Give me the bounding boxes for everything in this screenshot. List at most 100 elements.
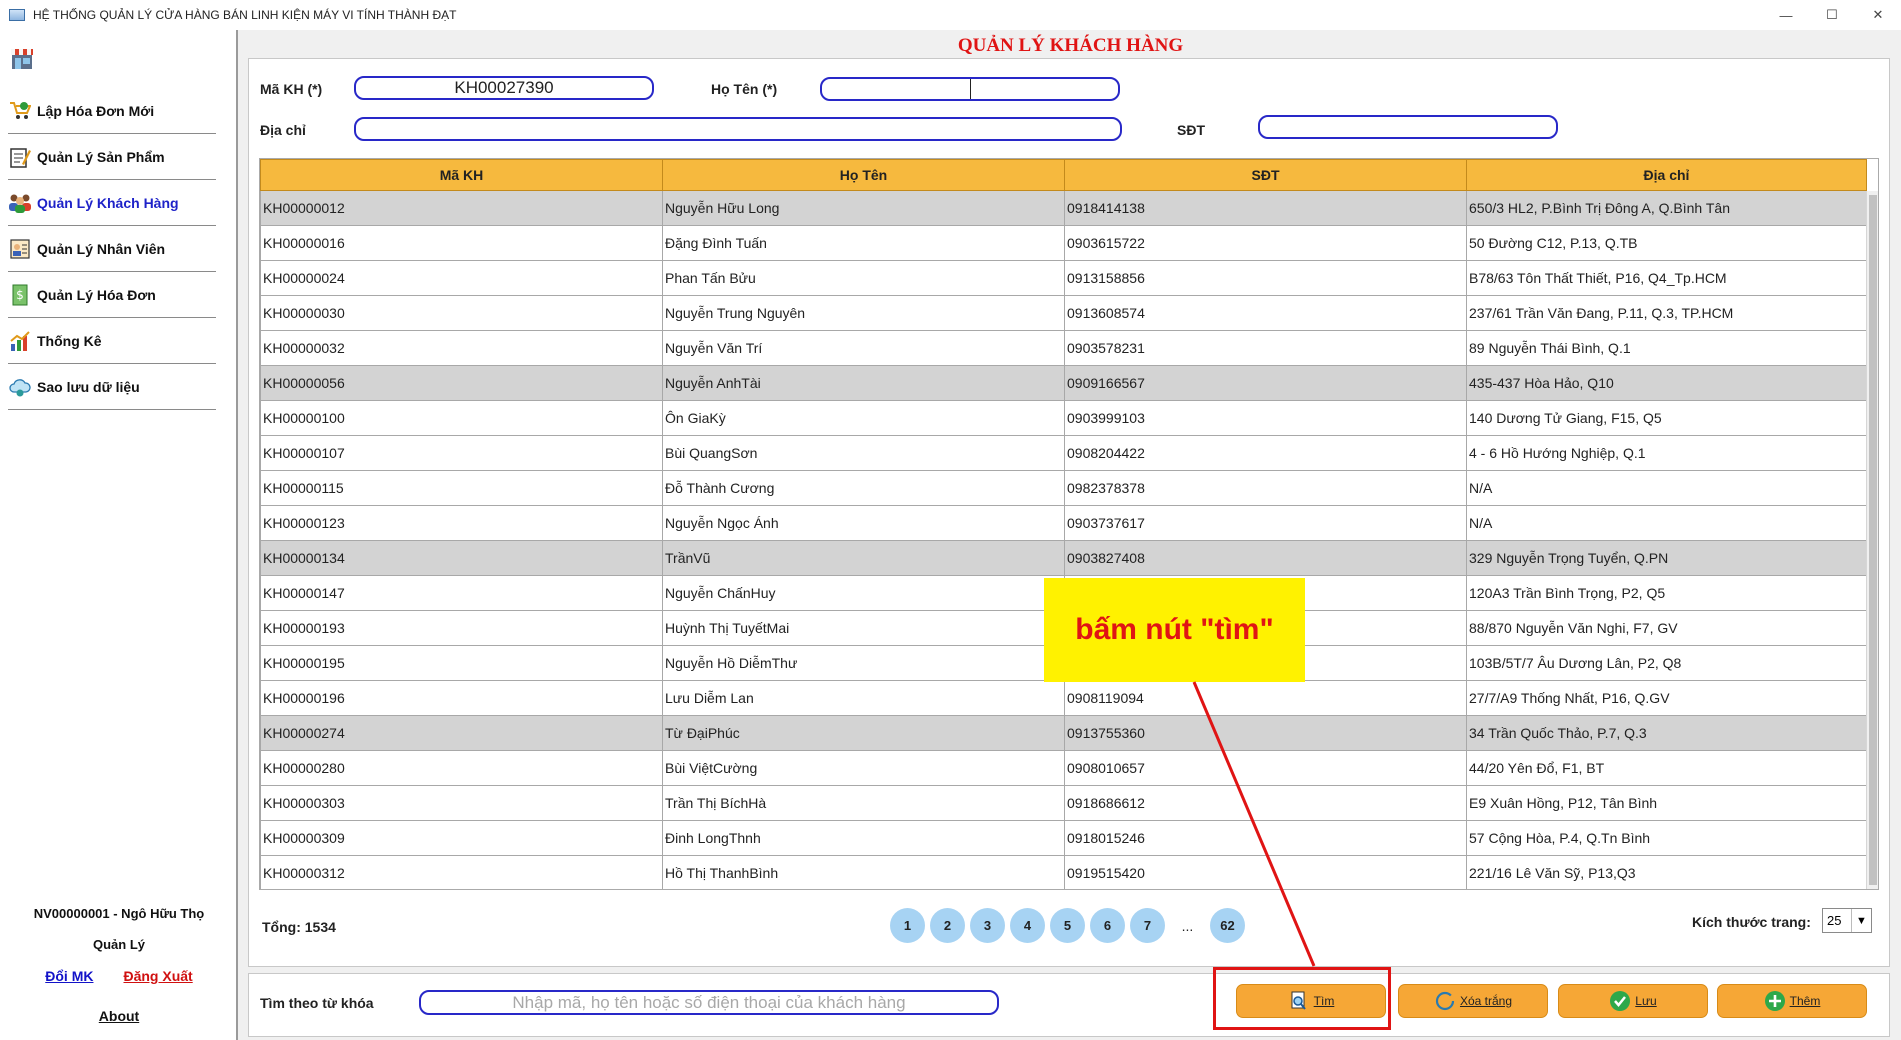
column-header-sdt[interactable]: SĐT <box>1064 159 1467 191</box>
cell-sdt: 0903578231 <box>1064 330 1467 366</box>
cell-ho-ten: TrầnVũ <box>662 540 1065 576</box>
customers-icon <box>8 191 32 215</box>
user-info: NV00000001 - Ngô Hữu Thọ Quản Lý <box>0 906 238 952</box>
cell-sdt: 0908010657 <box>1064 750 1467 786</box>
sidebar-item-nhan-vien[interactable]: Quản Lý Nhân Viên <box>8 226 216 272</box>
sidebar-item-san-pham[interactable]: Quản Lý Sản Phẩm <box>8 134 216 180</box>
sdt-field[interactable] <box>1258 115 1558 139</box>
user-role: Quản Lý <box>92 937 145 952</box>
table-row[interactable]: KH00000012 Nguyễn Hữu Long 0918414138 650/3… <box>260 190 1867 226</box>
page-button[interactable]: 2 <box>930 908 965 943</box>
clear-button-label: Xóa trắng <box>1459 994 1513 1008</box>
sidebar-item-lap-hoa-don[interactable]: Lập Hóa Đơn Mới <box>8 88 216 134</box>
sidebar-item-thong-ke[interactable]: Thống Kê <box>8 318 216 364</box>
sidebar-item-hoa-don[interactable]: $ Quản Lý Hóa Đơn <box>8 272 216 318</box>
table-row[interactable]: KH00000274 Từ ĐạiPhúc 0913755360 34 Trần Qu… <box>260 715 1867 751</box>
logout-link[interactable]: Đăng Xuất <box>123 968 192 984</box>
sidebar-item-khach-hang[interactable]: Quản Lý Khách Hàng <box>8 180 216 226</box>
instruction-callout: bấm nút "tìm" <box>1044 578 1305 682</box>
column-header-ho-ten[interactable]: Họ Tên <box>662 159 1065 191</box>
chevron-down-icon[interactable]: ▼ <box>1851 909 1871 932</box>
scrollbar-thumb[interactable] <box>1869 195 1877 885</box>
user-links: Đổi MK Đăng Xuất <box>0 968 238 984</box>
table-row[interactable]: KH00000024 Phan Tấn Bửu 0913158856 B78/63 T… <box>260 260 1867 296</box>
page-button[interactable]: 6 <box>1090 908 1125 943</box>
cell-sdt: 0903827408 <box>1064 540 1467 576</box>
user-name: NV00000001 - Ngô Hữu Thọ <box>33 906 205 921</box>
cell-ma-kh: KH00000115 <box>260 470 663 506</box>
page-button[interactable]: 1 <box>890 908 925 943</box>
table-row[interactable]: KH00000312 Hồ Thị ThanhBình 0919515420 221/… <box>260 855 1867 889</box>
page-button[interactable]: 4 <box>1010 908 1045 943</box>
cell-ma-kh: KH00000056 <box>260 365 663 401</box>
maximize-button[interactable]: ☐ <box>1809 0 1855 30</box>
dia-chi-field[interactable] <box>354 117 1122 141</box>
table-row[interactable]: KH00000303 Trần Thị BíchHà 0918686612 E9 Xu… <box>260 785 1867 821</box>
add-button[interactable]: Thêm <box>1717 984 1867 1018</box>
save-button-label: Lưu <box>1635 994 1657 1008</box>
table-row[interactable]: KH00000107 Bùi QuangSơn 0908204422 4 - 6 Hồ… <box>260 435 1867 471</box>
page-size-label: Kích thước trang: <box>1692 914 1811 930</box>
sidebar-item-label: Quản Lý Hóa Đơn <box>37 286 156 303</box>
cell-ma-kh: KH00000024 <box>260 260 663 296</box>
table-row[interactable]: KH00000016 Đặng Đình Tuấn 0903615722 50 Đườ… <box>260 225 1867 261</box>
cell-dia-chi: N/A <box>1466 505 1867 541</box>
window-controls: — ☐ ✕ <box>1763 0 1901 30</box>
table-row[interactable]: KH00000134 TrầnVũ 0903827408 329 Nguyễn Trọ… <box>260 540 1867 576</box>
cell-dia-chi: 57 Cộng Hòa, P.4, Q.Tn Bình <box>1466 820 1867 856</box>
cell-sdt: 0918015246 <box>1064 820 1467 856</box>
minimize-button[interactable]: — <box>1763 0 1809 30</box>
sidebar-item-label: Quản Lý Khách Hàng <box>37 194 179 211</box>
about-link[interactable]: About <box>0 1008 238 1024</box>
cell-dia-chi: 120A3 Trần Bình Trọng, P2, Q5 <box>1466 575 1867 611</box>
cell-ho-ten: Đinh LongThnh <box>662 820 1065 856</box>
cell-ma-kh: KH00000196 <box>260 680 663 716</box>
cell-sdt: 0908119094 <box>1064 680 1467 716</box>
page-button[interactable]: 3 <box>970 908 1005 943</box>
cell-ho-ten: Nguyễn Trung Nguyên <box>662 295 1065 331</box>
cell-ma-kh: KH00000032 <box>260 330 663 366</box>
ma-kh-field[interactable] <box>354 76 654 100</box>
table-row[interactable]: KH00000056 Nguyễn AnhTài 0909166567 435-437… <box>260 365 1867 401</box>
table-row[interactable]: KH00000196 Lưu Diễm Lan 0908119094 27/7/A9 … <box>260 680 1867 716</box>
cell-ho-ten: Nguyễn AnhTài <box>662 365 1065 401</box>
cell-ho-ten: Đỗ Thành Cương <box>662 470 1065 506</box>
table-row[interactable]: KH00000100 Ôn GiaKỳ 0903999103 140 Dương Tử… <box>260 400 1867 436</box>
add-button-label: Thêm <box>1789 994 1821 1008</box>
page-button[interactable]: 5 <box>1050 908 1085 943</box>
column-header-ma-kh[interactable]: Mã KH <box>260 159 663 191</box>
close-button[interactable]: ✕ <box>1855 0 1901 30</box>
cell-dia-chi: 4 - 6 Hồ Hướng Nghiệp, Q.1 <box>1466 435 1867 471</box>
sidebar-item-label: Thống Kê <box>37 332 102 349</box>
page-size-select[interactable]: 25 ▼ <box>1822 908 1872 933</box>
store-home-icon[interactable] <box>10 48 34 70</box>
table-row[interactable]: KH00000123 Nguyễn Ngọc Ánh 0903737617 N/A <box>260 505 1867 541</box>
clear-button[interactable]: Xóa trắng <box>1398 984 1548 1018</box>
cell-ma-kh: KH00000274 <box>260 715 663 751</box>
table-row[interactable]: KH00000115 Đỗ Thành Cương 0982378378 N/A <box>260 470 1867 506</box>
cell-ho-ten: Trần Thị BíchHà <box>662 785 1065 821</box>
sidebar-item-sao-luu[interactable]: Sao lưu dữ liệu <box>8 364 216 410</box>
cell-dia-chi: 27/7/A9 Thống Nhất, P16, Q.GV <box>1466 680 1867 716</box>
cell-dia-chi: 140 Dương Tử Giang, F15, Q5 <box>1466 400 1867 436</box>
table-row[interactable]: KH00000309 Đinh LongThnh 0918015246 57 Cộng… <box>260 820 1867 856</box>
table-row[interactable]: KH00000030 Nguyễn Trung Nguyên 0913608574 2… <box>260 295 1867 331</box>
cell-ho-ten: Ôn GiaKỳ <box>662 400 1065 436</box>
cell-ma-kh: KH00000312 <box>260 855 663 889</box>
cell-sdt: 0918686612 <box>1064 785 1467 821</box>
sidebar-item-label: Lập Hóa Đơn Mới <box>37 102 155 119</box>
search-input[interactable] <box>419 990 999 1015</box>
last-page-button[interactable]: 62 <box>1210 908 1245 943</box>
cell-ma-kh: KH00000147 <box>260 575 663 611</box>
table-row[interactable]: KH00000280 Bùi ViệtCường 0908010657 44/20 Y… <box>260 750 1867 786</box>
column-header-dia-chi[interactable]: Địa chỉ <box>1466 159 1867 191</box>
table-scrollbar[interactable] <box>1866 191 1878 889</box>
save-button[interactable]: Lưu <box>1558 984 1708 1018</box>
table-row[interactable]: KH00000032 Nguyễn Văn Trí 0903578231 89 Ngu… <box>260 330 1867 366</box>
cell-ma-kh: KH00000303 <box>260 785 663 821</box>
page-size-value: 25 <box>1827 913 1842 928</box>
change-password-link[interactable]: Đổi MK <box>45 968 93 984</box>
table-body: KH00000012 Nguyễn Hữu Long 0918414138 650/3… <box>260 190 1867 889</box>
page-button[interactable]: 7 <box>1130 908 1165 943</box>
sidebar-item-label: Sao lưu dữ liệu <box>37 378 140 395</box>
